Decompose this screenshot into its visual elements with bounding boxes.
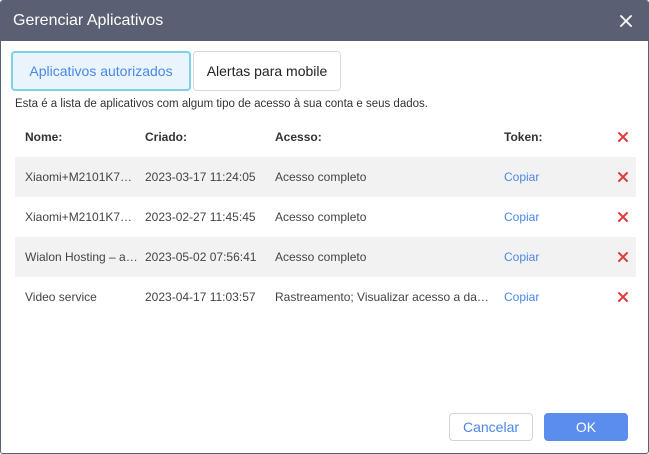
app-created: 2023-05-02 07:56:41 (145, 250, 257, 264)
tab-bar: Aplicativos autorizados Alertas para mob… (11, 51, 341, 91)
delete-icon[interactable] (617, 291, 629, 303)
app-access: Acesso completo (275, 210, 367, 224)
copy-token-link[interactable]: Copiar (504, 250, 539, 264)
table-row: Wialon Hosting – a… 2023-05-02 07:56:41 … (15, 237, 636, 277)
app-name: Wialon Hosting – a… (25, 250, 138, 264)
cancel-button[interactable]: Cancelar (449, 413, 533, 441)
header-name: Nome: (25, 130, 63, 144)
tab-mobile-alerts[interactable]: Alertas para mobile (193, 51, 341, 91)
ok-button[interactable]: OK (544, 413, 628, 441)
delete-icon[interactable] (617, 171, 629, 183)
copy-token-link[interactable]: Copiar (504, 170, 539, 184)
table-row: Video service 2023-04-17 11:03:57 Rastre… (15, 277, 636, 317)
app-access: Acesso completo (275, 170, 367, 184)
copy-token-link[interactable]: Copiar (504, 290, 539, 304)
app-created: 2023-04-17 11:03:57 (145, 290, 256, 304)
app-created: 2023-02-27 11:45:45 (145, 210, 256, 224)
app-access: Acesso completo (275, 250, 367, 264)
delete-icon[interactable] (617, 211, 629, 223)
app-name: Xiaomi+M2101K7… (25, 210, 133, 224)
close-icon (620, 15, 632, 27)
app-name: Video service (25, 290, 97, 304)
header-token: Token: (504, 130, 543, 144)
delete-all-icon[interactable] (617, 131, 629, 143)
app-name: Xiaomi+M2101K7… (25, 170, 133, 184)
copy-token-link[interactable]: Copiar (504, 210, 539, 224)
apps-table: Nome: Criado: Acesso: Token: Xiaomi+M210… (15, 117, 636, 317)
header-created: Criado: (145, 130, 187, 144)
delete-icon[interactable] (617, 251, 629, 263)
app-created: 2023-03-17 11:24:05 (145, 170, 256, 184)
dialog-title: Gerenciar Aplicativos (13, 12, 164, 29)
table-row: Xiaomi+M2101K7… 2023-02-27 11:45:45 Aces… (15, 197, 636, 237)
manage-apps-dialog: Gerenciar Aplicativos Aplicativos autori… (0, 0, 649, 454)
app-access: Rastreamento; Visualizar acesso a da… (275, 290, 489, 304)
close-button[interactable] (616, 11, 636, 31)
description-text: Esta é a lista de aplicativos com algum … (15, 98, 428, 110)
tab-authorized-apps[interactable]: Aplicativos autorizados (11, 51, 191, 91)
dialog-titlebar: Gerenciar Aplicativos (1, 1, 648, 41)
table-row: Xiaomi+M2101K7… 2023-03-17 11:24:05 Aces… (15, 157, 636, 197)
header-access: Acesso: (275, 130, 322, 144)
table-header-row: Nome: Criado: Acesso: Token: (15, 117, 636, 157)
